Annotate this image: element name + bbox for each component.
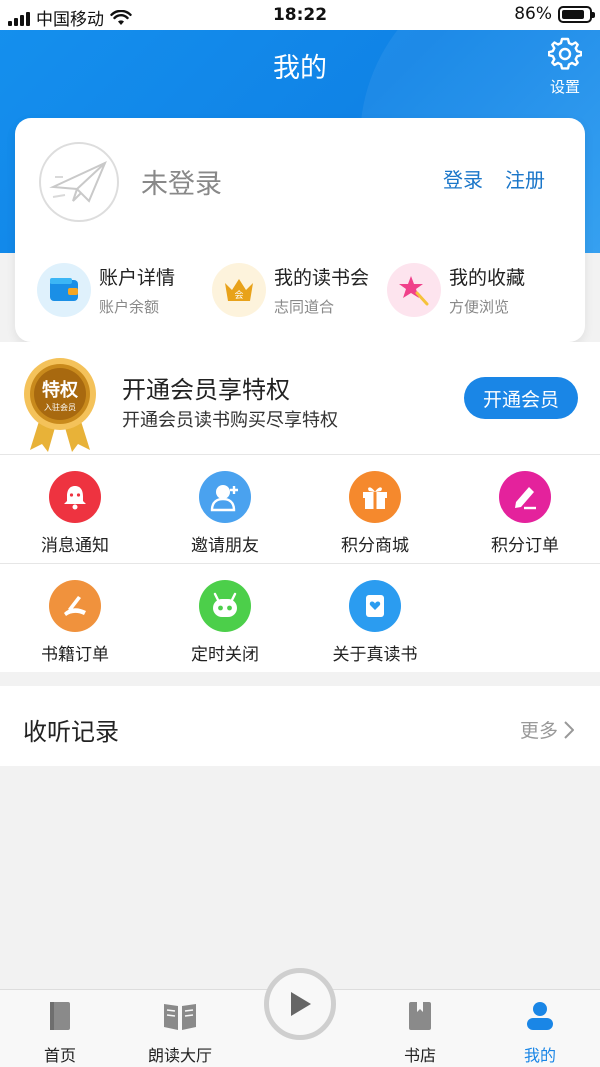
tab-label: 朗读大厅 [147, 1046, 212, 1065]
grid-item-sleep-timer[interactable]: 定时关闭 [150, 564, 300, 673]
quick-item-subtitle: 账户余额 [99, 298, 160, 316]
login-status: 未登录 [141, 169, 222, 200]
quick-item-book-club[interactable]: 会 我的读书会 志同道合 [212, 263, 387, 317]
book-icon [50, 1002, 70, 1030]
tab-bar: 首页 朗读大厅 书店 我的 [0, 968, 600, 1067]
status-bar: 中国移动 18:22 86% [0, 0, 600, 30]
grid-item-about[interactable]: 关于真读书 [300, 564, 450, 673]
crown-badge: 会 [234, 289, 243, 301]
register-link[interactable]: 注册 [505, 164, 545, 193]
open-membership-button[interactable]: 开通会员 [464, 377, 578, 419]
settings-button[interactable]: 设置 [548, 36, 582, 97]
book-order-icon [49, 580, 101, 632]
page-title: 我的 [273, 53, 327, 84]
medal-subtext: 入驻会员 [44, 402, 76, 412]
listening-record-section: 收听记录 更多 [0, 686, 600, 766]
quick-item-title: 我的收藏 [449, 267, 526, 289]
settings-label: 设置 [549, 78, 580, 96]
grid-item-label: 邀请朋友 [191, 536, 259, 556]
wallet-icon [37, 263, 91, 317]
quick-item-title: 我的读书会 [274, 267, 370, 289]
login-link[interactable]: 登录 [443, 164, 483, 193]
invite-user-icon [199, 471, 251, 523]
profile-card: 未登录 登录 注册 账户详情 账户余额 会 我的读书会 志同道合 我的收藏 方便… [15, 118, 585, 342]
grid-item-label: 定时关闭 [191, 645, 259, 665]
avatar[interactable] [39, 142, 119, 222]
grid-item-points-mall[interactable]: 积分商城 [300, 455, 450, 564]
grid-item-label: 消息通知 [41, 536, 109, 556]
battery-icon [558, 5, 595, 23]
grid-item-invite[interactable]: 邀请朋友 [150, 455, 300, 564]
gear-icon [548, 37, 582, 70]
bookmark-heart-icon [349, 580, 401, 632]
tab-home[interactable]: 首页 [0, 1000, 120, 1066]
quick-item-favorites[interactable]: 我的收藏 方便浏览 [387, 263, 562, 317]
user-icon [527, 1002, 553, 1030]
record-title: 收听记录 [23, 718, 119, 746]
medal-text: 特权 [42, 379, 79, 401]
gift-icon [349, 471, 401, 523]
paper-plane-icon [49, 161, 107, 203]
open-book-icon [164, 1004, 196, 1030]
tab-label: 我的 [523, 1046, 556, 1065]
member-title: 开通会员享特权 [122, 376, 290, 404]
play-icon [291, 992, 311, 1016]
vip-medal-icon: 特权 入驻会员 [24, 358, 96, 452]
tab-label: 书店 [403, 1046, 436, 1065]
grid-item-label: 积分商城 [341, 536, 409, 556]
tab-bookstore[interactable]: 书店 [360, 1000, 480, 1066]
bookmark-book-icon [409, 1002, 431, 1030]
grid-item-label: 关于真读书 [332, 645, 418, 665]
bell-icon [49, 471, 101, 523]
robot-timer-icon [199, 580, 251, 632]
grid-item-label: 书籍订单 [41, 645, 109, 665]
quick-item-account[interactable]: 账户详情 账户余额 [37, 263, 212, 317]
quick-item-subtitle: 方便浏览 [449, 298, 510, 316]
feature-grid: 消息通知 邀请朋友 积分商城 积分订单 书籍订单 定时关闭 关于真读书 [0, 454, 600, 672]
more-label: 更多 [519, 720, 558, 742]
grid-item-notifications[interactable]: 消息通知 [0, 455, 150, 564]
tab-reading-hall[interactable]: 朗读大厅 [120, 1000, 240, 1066]
status-time: 18:22 [272, 5, 328, 25]
quick-item-subtitle: 志同道合 [274, 298, 335, 316]
star-icon [387, 263, 441, 317]
grid-item-label: 积分订单 [491, 536, 559, 556]
crown-icon: 会 [212, 263, 266, 317]
more-link[interactable]: 更多 [520, 716, 574, 743]
grid-item-points-orders[interactable]: 积分订单 [450, 455, 600, 564]
pencil-icon [499, 471, 551, 523]
battery-percent: 86% [514, 4, 552, 24]
member-banner: 特权 入驻会员 开通会员享特权 开通会员读书购买尽享特权 开通会员 [0, 342, 600, 454]
play-button[interactable] [264, 968, 336, 1040]
grid-item-book-orders[interactable]: 书籍订单 [0, 564, 150, 673]
quick-item-title: 账户详情 [99, 267, 176, 289]
member-subtitle: 开通会员读书购买尽享特权 [122, 410, 338, 431]
chevron-right-icon [564, 720, 574, 739]
tab-mine[interactable]: 我的 [480, 1000, 600, 1066]
tab-label: 首页 [43, 1046, 76, 1065]
